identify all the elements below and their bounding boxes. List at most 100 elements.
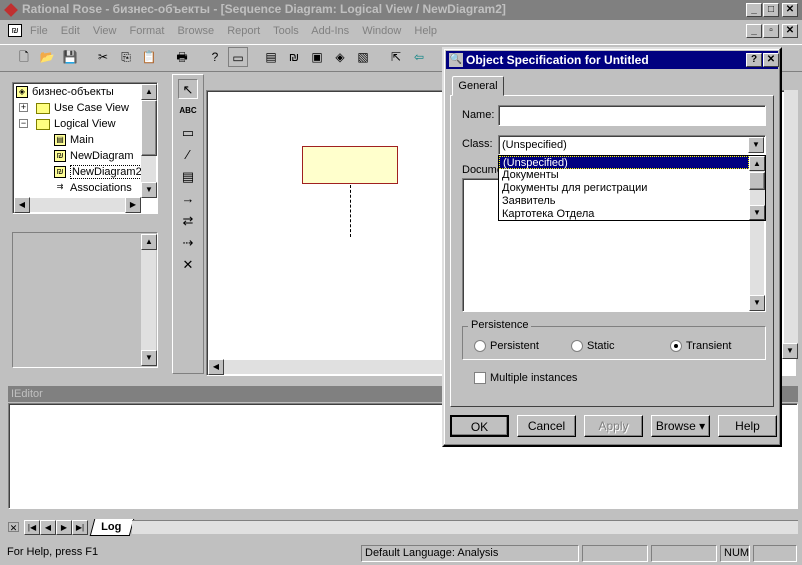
tree-item-main[interactable]: ▤ Main [54,132,94,148]
tab-last-icon[interactable]: ▶| [72,520,88,535]
class-dropdown-list[interactable]: (Unspecified) Документы Документы для ре… [498,155,766,221]
canvas-hscroll[interactable] [208,360,444,374]
previous-diagram-icon[interactable]: ⇦ [409,47,429,67]
radio-static[interactable]: Static [571,340,615,353]
return-message-tool-icon[interactable]: ⇢ [178,233,198,253]
selection-tool-icon[interactable]: ↖ [178,79,198,99]
dialog-close-button[interactable]: ✕ [763,53,779,67]
close-button[interactable]: ✕ [782,3,798,17]
tree-item-newdiagram2[interactable]: ₪ NewDiagram2 [54,164,144,180]
multiple-instances-checkbox[interactable]: Multiple instances [474,372,577,385]
radio-persistent[interactable]: Persistent [474,340,539,353]
menu-edit[interactable]: Edit [61,25,80,37]
text-tool-icon[interactable]: ABC [178,101,198,121]
tab-log[interactable]: Log [89,519,135,536]
scroll-down-icon[interactable]: ▼ [141,182,157,198]
browse-parent-icon[interactable]: ⇱ [386,47,406,67]
tree-item-newdiagram[interactable]: ₪ NewDiagram [54,148,134,164]
scroll-up-icon[interactable]: ▲ [141,84,157,100]
scroll-left-icon[interactable]: ◀ [208,359,224,375]
class-option-documents[interactable]: Документы [499,169,765,182]
log-close-icon[interactable]: ✕ [8,522,19,533]
object-box[interactable] [302,146,398,184]
tab-first-icon[interactable]: |◀ [24,520,40,535]
view-doc-icon[interactable]: ▭ [228,47,248,67]
menu-format[interactable]: Format [130,25,165,37]
lifeline[interactable] [350,185,351,237]
tab-prev-icon[interactable]: ◀ [40,520,56,535]
tree-item-use-case-view[interactable]: Use Case View [36,100,129,116]
copy-icon[interactable]: ⎘ [116,47,136,67]
maximize-button[interactable]: □ [763,3,779,17]
doc-close-button[interactable]: ✕ [782,24,798,38]
radio-transient[interactable]: Transient [670,340,731,353]
menu-file[interactable]: File [30,25,48,37]
log-hscroll[interactable] [132,520,798,534]
destruction-marker-tool-icon[interactable]: ✕ [178,255,198,275]
menu-report[interactable]: Report [227,25,260,37]
menu-tools[interactable]: Tools [273,25,299,37]
scroll-down-icon[interactable]: ▼ [749,205,765,220]
canvas-vscroll[interactable] [784,90,798,358]
help-button[interactable]: Help [718,415,777,437]
save-icon[interactable]: 💾 [60,47,80,67]
menu-window[interactable]: Window [362,25,401,37]
scroll-thumb[interactable] [749,172,765,190]
scroll-thumb[interactable] [141,100,157,156]
documentation-pane[interactable] [12,232,158,368]
message-tool-icon[interactable]: → [178,189,198,209]
interaction-diagram-icon[interactable]: ₪ [284,47,304,67]
tree-item-logical-view[interactable]: Logical View [36,116,116,132]
class-option-department-card-index[interactable]: Картотека Отдела [499,208,765,221]
menu-view[interactable]: View [93,25,117,37]
class-select[interactable]: (Unspecified) [498,135,766,155]
scroll-down-icon[interactable]: ▼ [749,295,765,311]
status-cell-blank [582,545,648,562]
class-option-documents-registration[interactable]: Документы для регистрации [499,182,765,195]
folder-icon [36,118,50,130]
tree-hscroll[interactable] [14,198,141,212]
doc-restore-button[interactable]: ▫ [763,24,779,38]
collapse-icon[interactable]: − [19,119,28,128]
tab-general[interactable]: General [452,76,504,96]
open-icon[interactable]: 📂 [37,47,57,67]
object-tool-icon[interactable]: ▤ [178,167,198,187]
expand-icon[interactable]: + [19,103,28,112]
menu-browse[interactable]: Browse [177,25,214,37]
paste-icon[interactable]: 📋 [139,47,159,67]
apply-button[interactable]: Apply [584,415,643,437]
component-diagram-icon[interactable]: ▣ [307,47,327,67]
ok-button[interactable]: OK [450,415,509,437]
dropdown-arrow-icon[interactable]: ▼ [748,137,764,153]
cancel-button[interactable]: Cancel [517,415,576,437]
scroll-left-icon[interactable]: ◀ [14,197,30,213]
menu-addins[interactable]: Add-Ins [311,25,349,37]
self-message-tool-icon[interactable]: ⇄ [178,211,198,231]
deployment-diagram-icon[interactable]: ▧ [353,47,373,67]
minimize-button[interactable]: _ [746,3,762,17]
new-icon[interactable]: 🗋 [14,47,34,67]
menu-help[interactable]: Help [414,25,437,37]
context-help-icon[interactable]: ? [205,47,225,67]
dialog-help-button[interactable]: ? [746,53,762,67]
scroll-right-icon[interactable]: ▶ [125,197,141,213]
tree-item-associations[interactable]: ⇉ Associations [54,180,132,196]
name-input[interactable] [498,105,766,126]
print-icon[interactable]: 🖶 [172,47,192,67]
doc-minimize-button[interactable]: _ [746,24,762,38]
scroll-down-icon[interactable]: ▼ [782,343,798,359]
scroll-up-icon[interactable]: ▲ [141,234,157,250]
class-option-applicant[interactable]: Заявитель [499,195,765,208]
cut-icon[interactable]: ✂ [93,47,113,67]
browse-button[interactable]: Browse ▾ [651,415,710,437]
scroll-up-icon[interactable]: ▲ [749,156,765,171]
tab-next-icon[interactable]: ▶ [56,520,72,535]
note-tool-icon[interactable]: ▭ [178,123,198,143]
state-diagram-icon[interactable]: ◈ [330,47,350,67]
tree-root[interactable]: ◈ бизнес-объекты [16,84,114,100]
scroll-down-icon[interactable]: ▼ [141,350,157,366]
class-option-unspecified[interactable]: (Unspecified) [499,156,749,169]
anchor-tool-icon[interactable]: ⁄ [178,145,198,165]
class-diagram-icon[interactable]: ▤ [261,47,281,67]
doc-vscroll[interactable] [141,234,156,366]
